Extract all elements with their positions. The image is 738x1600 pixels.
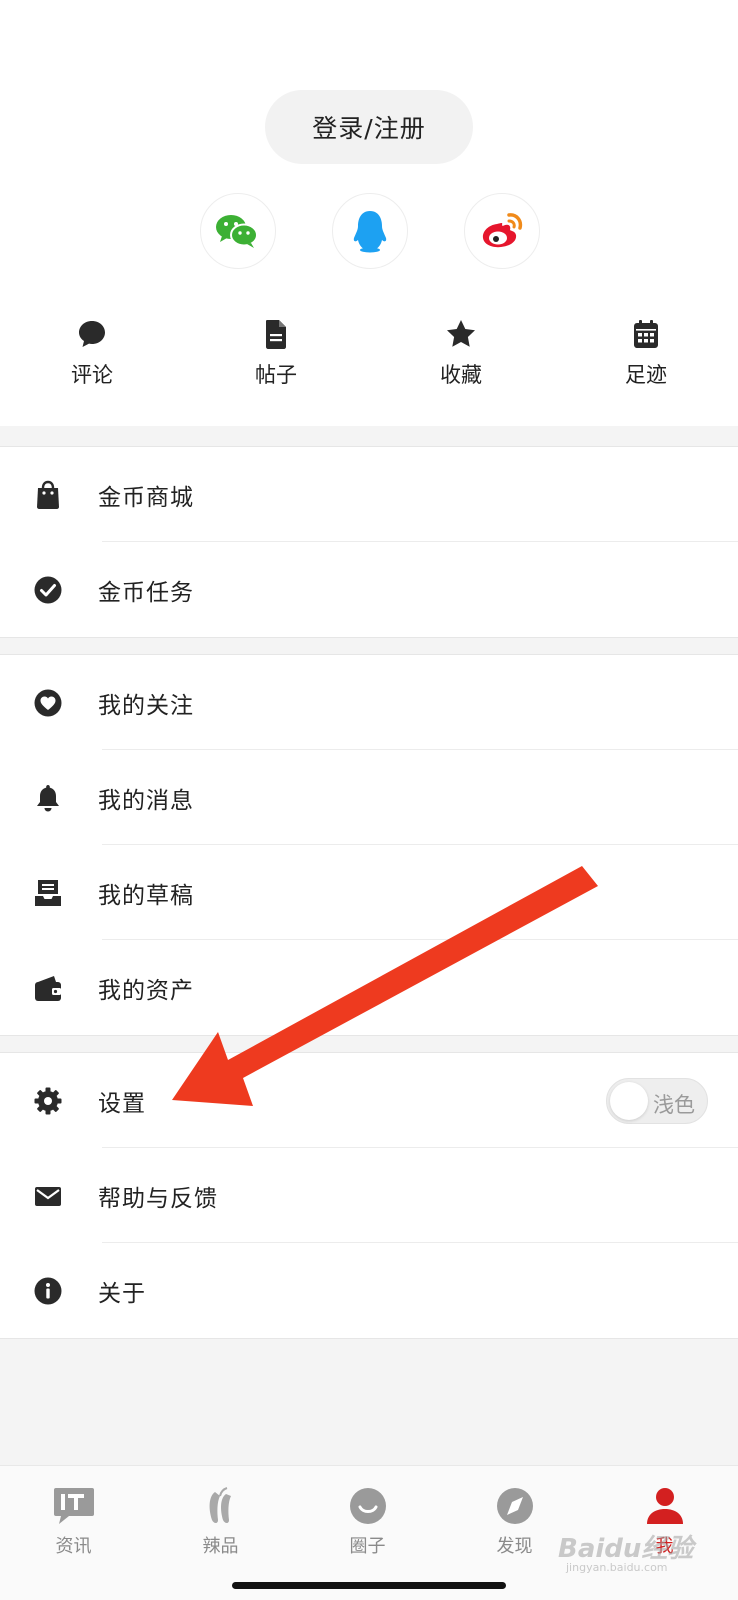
quick-link-label: 评论 [71, 363, 113, 387]
menu-item-settings[interactable]: 设置 浅色 [0, 1053, 738, 1148]
tab-label: 资讯 [55, 1536, 92, 1557]
wechat-icon [216, 215, 258, 248]
system-section: 设置 浅色 帮助与反馈 关于 [0, 1052, 738, 1339]
toggle-knob [610, 1082, 648, 1120]
menu-item-coin-mall[interactable]: 金币商城 [0, 447, 738, 542]
it-news-icon [53, 1488, 94, 1524]
menu-item-label: 金币商城 [98, 484, 194, 511]
menu-item-label: 我的资产 [98, 977, 194, 1004]
menu-item-label: 关于 [98, 1280, 146, 1307]
quick-link-comments[interactable]: 评论 [32, 318, 152, 389]
menu-item-my-messages[interactable]: 我的消息 [0, 750, 738, 845]
shopping-bag-icon [37, 480, 59, 509]
menu-item-my-follows[interactable]: 我的关注 [0, 655, 738, 750]
tab-lapin[interactable]: 辣品 [147, 1486, 294, 1558]
theme-toggle-label: 浅色 [653, 1093, 695, 1117]
quick-link-posts[interactable]: 帖子 [216, 318, 336, 389]
wallet-icon [35, 976, 61, 1001]
quick-link-label: 足迹 [625, 363, 667, 387]
mail-icon [35, 1187, 61, 1206]
theme-toggle[interactable]: 浅色 [606, 1078, 708, 1124]
menu-item-label: 我的消息 [98, 787, 194, 814]
menu-item-label: 设置 [98, 1090, 146, 1117]
menu-item-label: 帮助与反馈 [98, 1185, 218, 1212]
document-icon [266, 320, 286, 349]
qq-icon [353, 211, 387, 253]
tab-label: 辣品 [202, 1536, 239, 1557]
menu-item-label: 我的草稿 [98, 882, 194, 909]
weibo-login-button[interactable] [464, 193, 540, 269]
baidu-watermark: Baidu经验 [558, 1534, 694, 1564]
tab-news[interactable]: 资讯 [0, 1486, 147, 1558]
bell-icon [37, 785, 59, 812]
inbox-icon [35, 880, 61, 906]
heart-icon [34, 689, 62, 717]
calendar-icon [634, 320, 658, 348]
menu-item-label: 我的关注 [98, 692, 194, 719]
comment-icon [79, 321, 105, 347]
baidu-watermark-url: jingyan.baidu.com [566, 1561, 668, 1574]
tab-label: 圈子 [349, 1536, 386, 1557]
quick-link-favorites[interactable]: 收藏 [401, 318, 521, 389]
menu-item-help-feedback[interactable]: 帮助与反馈 [0, 1148, 738, 1243]
menu-item-my-drafts[interactable]: 我的草稿 [0, 845, 738, 940]
login-register-button[interactable]: 登录/注册 [265, 90, 473, 164]
weibo-icon [482, 213, 523, 248]
chili-icon [209, 1487, 231, 1523]
menu-item-label: 金币任务 [98, 579, 194, 606]
quick-link-label: 帖子 [255, 363, 297, 387]
check-circle-icon [34, 576, 62, 604]
tab-circle[interactable]: 圈子 [294, 1486, 441, 1558]
wechat-login-button[interactable] [200, 193, 276, 269]
gear-icon [34, 1087, 62, 1115]
circle-smile-icon [349, 1488, 386, 1524]
user-icon [646, 1488, 683, 1524]
menu-item-my-assets[interactable]: 我的资产 [0, 940, 738, 1035]
quick-link-label: 收藏 [440, 363, 482, 387]
home-indicator[interactable] [232, 1582, 506, 1589]
menu-item-about[interactable]: 关于 [0, 1243, 738, 1338]
star-icon [447, 320, 475, 347]
compass-icon [496, 1488, 533, 1524]
profile-header: 登录/注册 评论 帖子 收藏 足迹 [0, 0, 738, 426]
my-section: 我的关注 我的消息 我的草稿 我的资产 [0, 654, 738, 1036]
quick-link-history[interactable]: 足迹 [586, 318, 706, 389]
qq-login-button[interactable] [332, 193, 408, 269]
menu-item-coin-tasks[interactable]: 金币任务 [0, 542, 738, 637]
info-icon [34, 1277, 62, 1305]
coins-section: 金币商城 金币任务 [0, 446, 738, 638]
